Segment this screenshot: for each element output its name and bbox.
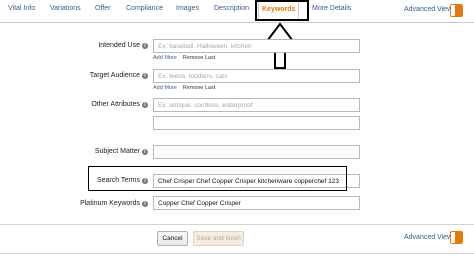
- tab-compliance[interactable]: Compliance: [126, 5, 163, 12]
- info-icon[interactable]: i: [142, 149, 148, 155]
- intended-use-remove-last-link[interactable]: Remove Last: [183, 55, 215, 61]
- tab-description[interactable]: Description: [214, 5, 249, 12]
- target-audience-label: Target Audience i: [8, 72, 148, 79]
- footer-divider: [0, 224, 474, 225]
- intended-use-input[interactable]: Ex: baseball, Halloween, kitchen: [153, 39, 360, 53]
- subject-matter-label: Subject Matter i: [8, 148, 148, 155]
- intended-use-label: Intended Use i: [8, 42, 148, 49]
- intended-use-actions: Add More Remove Last: [153, 55, 215, 61]
- target-audience-actions: Add More Remove Last: [153, 85, 215, 91]
- bottom-divider: [0, 253, 474, 254]
- platinum-keywords-input[interactable]: Copper Chef Copper Crisper: [153, 196, 360, 210]
- save-and-finish-button[interactable]: Save and finish: [193, 231, 244, 246]
- subject-matter-input[interactable]: [153, 145, 360, 159]
- platinum-keywords-label-text: Platinum Keywords: [80, 200, 140, 207]
- tab-offer[interactable]: Offer: [95, 5, 110, 12]
- other-attributes-input[interactable]: Ex: antique, cordless, waterproof: [153, 98, 360, 112]
- intended-use-label-text: Intended Use: [98, 42, 140, 49]
- tab-more-details[interactable]: More Details: [312, 5, 351, 12]
- other-attributes-input-2[interactable]: [153, 116, 360, 130]
- subject-matter-label-text: Subject Matter: [94, 148, 140, 155]
- tab-images[interactable]: Images: [176, 5, 199, 12]
- advanced-view-label: Advanced View: [404, 6, 453, 13]
- info-icon[interactable]: i: [142, 43, 148, 49]
- info-icon[interactable]: i: [142, 73, 148, 79]
- info-icon[interactable]: i: [142, 102, 148, 108]
- target-audience-input[interactable]: Ex: teens, toddlers, cats: [153, 69, 360, 83]
- intended-use-add-more-link[interactable]: Add More: [153, 55, 177, 61]
- cancel-button[interactable]: Cancel: [157, 231, 188, 246]
- info-icon[interactable]: i: [142, 201, 148, 207]
- target-audience-remove-last-link[interactable]: Remove Last: [183, 85, 215, 91]
- keywords-highlight-box: [255, 0, 309, 21]
- search-terms-highlight-box: [88, 166, 347, 191]
- toggle-on-segment: [455, 232, 462, 243]
- advanced-view-toggle-bottom[interactable]: [450, 231, 463, 244]
- tab-bar: Vital Info Variations Offer Compliance I…: [0, 0, 474, 23]
- other-attributes-label-text: Other Attributes: [91, 101, 140, 108]
- tab-vital-info[interactable]: Vital Info: [8, 5, 35, 12]
- advanced-view-toggle[interactable]: [450, 4, 463, 17]
- other-attributes-label: Other Attributes i: [8, 101, 148, 108]
- platinum-keywords-label: Platinum Keywords i: [8, 200, 148, 207]
- toggle-on-segment: [455, 5, 462, 16]
- target-audience-label-text: Target Audience: [89, 72, 140, 79]
- advanced-view-label-bottom: Advanced View: [404, 234, 453, 241]
- target-audience-add-more-link[interactable]: Add More: [153, 85, 177, 91]
- tab-variations[interactable]: Variations: [50, 5, 81, 12]
